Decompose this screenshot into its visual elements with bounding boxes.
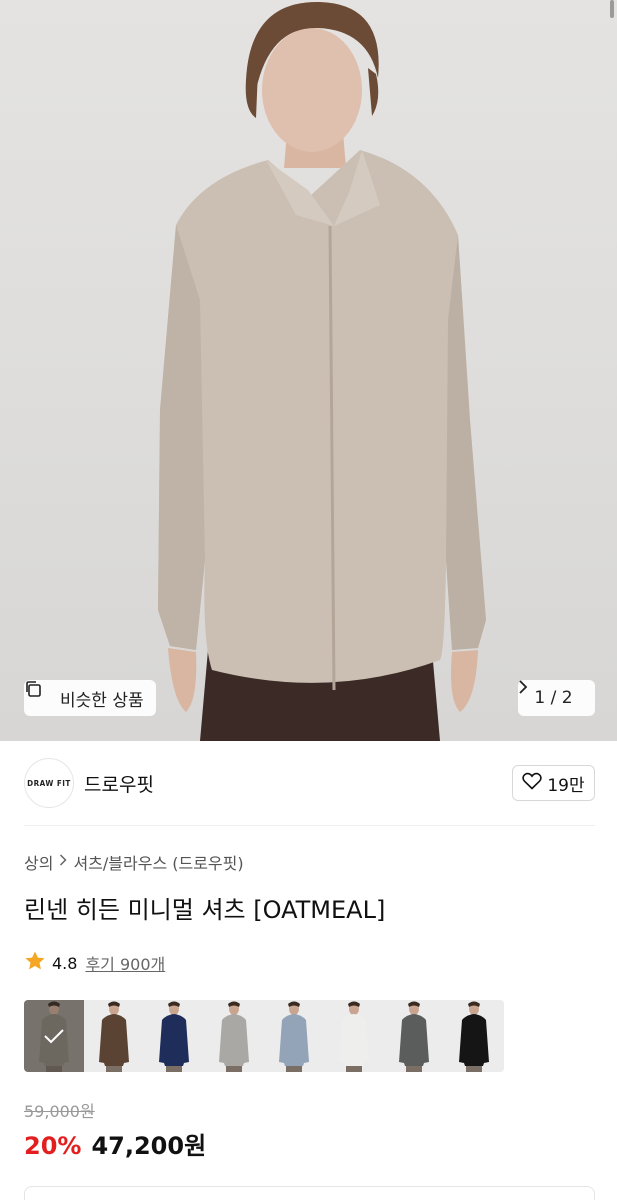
color-swatch[interactable] <box>384 1000 444 1072</box>
price-row: 20% 47,200원 <box>24 1126 206 1161</box>
check-icon <box>24 1000 84 1072</box>
product-title: 린넨 히든 미니멀 셔츠 [OATMEAL] <box>24 896 386 924</box>
chevron-right-icon <box>59 854 68 870</box>
similar-products-label: 비슷한 상품 <box>60 690 144 711</box>
next-section-card <box>24 1186 595 1200</box>
discount-rate: 20% <box>24 1132 82 1160</box>
breadcrumb-item-subcategory[interactable]: 셔츠/블라우스 (드로우핏) <box>73 850 243 874</box>
pager-text: 1 / 2 <box>534 688 573 708</box>
color-swatch[interactable] <box>264 1000 324 1072</box>
rating-score: 4.8 <box>52 953 78 973</box>
star-icon <box>24 950 46 976</box>
color-swatch[interactable] <box>204 1000 264 1072</box>
swatch-model-thumbnail <box>204 1000 264 1072</box>
rating-row: 4.8 후기 900개 <box>24 950 165 976</box>
swatch-model-thumbnail <box>264 1000 324 1072</box>
product-photo <box>158 1 486 741</box>
brand-name[interactable]: 드로우핏 <box>84 770 154 797</box>
brand-logo[interactable]: DRAW FIT <box>24 758 74 808</box>
color-swatch[interactable] <box>324 1000 384 1072</box>
brand-logo-text: DRAW FIT <box>27 778 71 788</box>
swatch-model-thumbnail <box>444 1000 504 1072</box>
swatch-model-thumbnail <box>384 1000 444 1072</box>
breadcrumb: 상의 셔츠/블라우스 (드로우핏) <box>24 851 244 873</box>
sale-price: 47,200원 <box>91 1132 207 1160</box>
scrollbar-thumb[interactable] <box>610 0 614 18</box>
swatch-model-thumbnail <box>144 1000 204 1072</box>
image-pager[interactable]: 1 / 2 <box>518 680 595 716</box>
color-swatch[interactable] <box>444 1000 504 1072</box>
divider <box>24 825 595 826</box>
swatch-model-thumbnail <box>324 1000 384 1072</box>
similar-products-button[interactable]: 비슷한 상품 <box>24 680 156 716</box>
color-swatch[interactable] <box>24 1000 84 1072</box>
product-page: 비슷한 상품 1 / 2 DRAW FIT 드로우핏 19만 상의 셔츠/블라우… <box>0 0 617 1200</box>
like-count: 19만 <box>547 775 585 796</box>
color-swatches <box>24 1000 504 1072</box>
heart-outline-icon <box>522 772 543 795</box>
product-image-carousel[interactable]: 비슷한 상품 1 / 2 <box>0 0 617 741</box>
breadcrumb-item-category[interactable]: 상의 <box>24 850 53 874</box>
color-swatch[interactable] <box>84 1000 144 1072</box>
color-swatch[interactable] <box>144 1000 204 1072</box>
swatch-model-thumbnail <box>84 1000 144 1072</box>
copy-icon <box>26 681 54 707</box>
reviews-link[interactable]: 후기 900개 <box>85 951 165 975</box>
brand-row: DRAW FIT 드로우핏 19만 <box>24 758 595 808</box>
like-button[interactable]: 19만 <box>512 765 595 801</box>
original-price: 59,000원 <box>24 1102 95 1121</box>
